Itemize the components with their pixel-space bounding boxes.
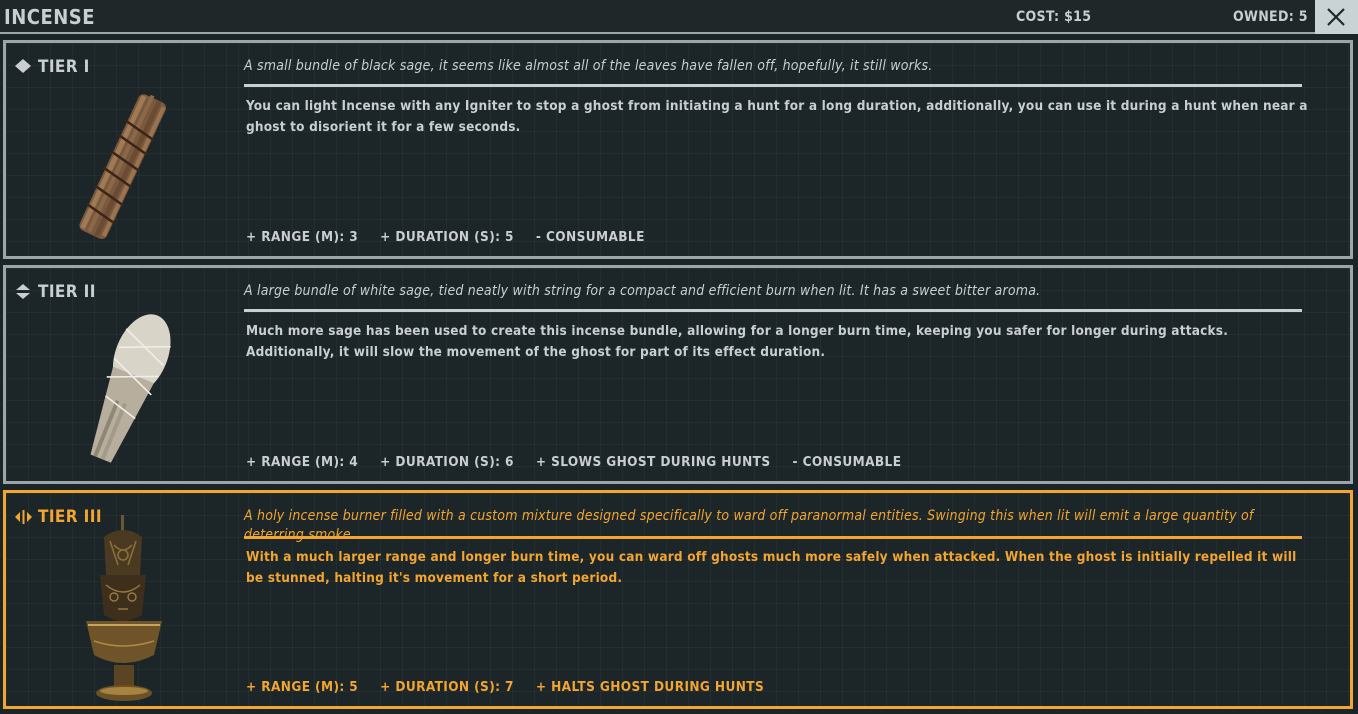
stat-range: + RANGE (M): 5 — [246, 679, 359, 695]
stat-slows: + SLOWS GHOST DURING HUNTS — [535, 454, 771, 470]
tier-2-label: TIER II — [38, 282, 96, 302]
card-divider — [238, 43, 239, 256]
stat-consumable: - CONSUMABLE — [792, 454, 902, 470]
tier-1-stats: + RANGE (M): 3 + DURATION (S): 5 - CONSU… — [246, 229, 645, 245]
cost-label: COST: $15 — [1016, 9, 1092, 25]
stat-duration: + DURATION (S): 7 — [380, 679, 514, 695]
tier-2-description: Much more sage has been used to create t… — [246, 323, 1229, 360]
owned-label: OWNED: 5 — [1233, 9, 1308, 25]
tier-2-divider — [244, 309, 1302, 312]
tier-3-card[interactable]: TIER III A holy incense burner filled wi… — [3, 490, 1353, 709]
tier-3-arrows-icon — [14, 508, 34, 526]
tier-3-flavor-text: A holy incense burner filled with a cust… — [244, 508, 1254, 543]
close-icon — [1327, 8, 1345, 26]
close-button[interactable] — [1315, 0, 1358, 34]
tier-2-stats: + RANGE (M): 4 + DURATION (S): 6 + SLOWS… — [246, 454, 901, 470]
page-title: INCENSE — [4, 5, 96, 29]
tier-1-label: TIER I — [38, 57, 90, 77]
card-divider — [238, 268, 239, 481]
stat-halts: + HALTS GHOST DURING HUNTS — [535, 679, 765, 695]
tier-1-label-group: TIER I — [14, 57, 90, 77]
tier-1-description: You can light Incense with any Igniter t… — [246, 98, 1308, 135]
header-bar: INCENSE COST: $15 OWNED: 5 — [0, 0, 1358, 34]
card-divider — [238, 493, 239, 706]
tier-1-divider — [244, 84, 1302, 87]
tier-1-diamond-icon — [14, 58, 34, 76]
black-sage-bundle-image — [79, 94, 167, 239]
white-sage-bundle-image — [90, 314, 171, 463]
stat-range: + RANGE (M): 3 — [246, 229, 359, 245]
stat-range: + RANGE (M): 4 — [246, 454, 359, 470]
stat-duration: + DURATION (S): 6 — [380, 454, 514, 470]
tier-2-chevrons-icon — [14, 283, 34, 301]
tier-2-label-group: TIER II — [14, 282, 96, 302]
tier-3-stats: + RANGE (M): 5 + DURATION (S): 7 + HALTS… — [246, 679, 764, 695]
tier-1-card[interactable]: TIER I A small bundle of black sage, it … — [3, 40, 1353, 259]
tier-3-description: With a much larger range and longer burn… — [246, 549, 1297, 586]
stat-duration: + DURATION (S): 5 — [380, 229, 514, 245]
tier-1-flavor-text: A small bundle of black sage, it seems l… — [244, 58, 933, 74]
stat-consumable: - CONSUMABLE — [535, 229, 645, 245]
incense-burner-image — [86, 515, 162, 701]
tier-2-card[interactable]: TIER II A large bundle of white sage, ti… — [3, 265, 1353, 484]
tier-3-divider — [244, 536, 1302, 539]
tier-2-flavor-text: A large bundle of white sage, tied neatl… — [244, 283, 1041, 299]
